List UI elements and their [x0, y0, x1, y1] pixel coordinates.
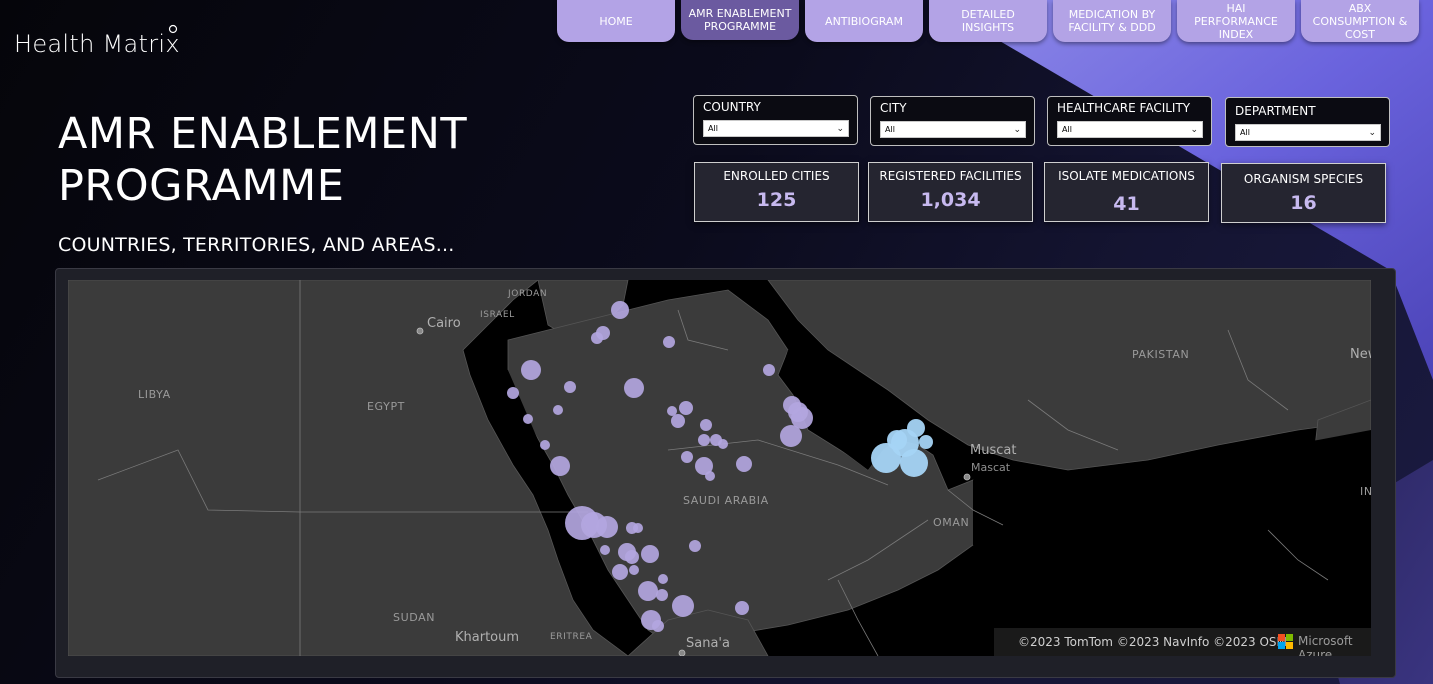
healthcare-facility-filter-label: HEALTHCARE FACILITY	[1057, 101, 1191, 115]
healthcare-facility-selected-value: All	[1062, 125, 1072, 134]
city-filter: CITY All ⌄	[870, 96, 1035, 146]
city-dropdown[interactable]: All ⌄	[880, 121, 1026, 138]
map-label-new: New	[1350, 347, 1371, 362]
department-filter: DEPARTMENT All ⌄	[1225, 97, 1390, 147]
map-label-india-edge: IN	[1360, 485, 1371, 498]
facility-map[interactable]: JORDAN ISRAEL Cairo LIBYA EGYPT SAUDI AR…	[68, 280, 1371, 656]
map-label-sanaa: Sana'a	[686, 636, 730, 651]
microsoft-logo-icon	[1278, 634, 1293, 649]
chevron-down-icon: ⌄	[1190, 124, 1198, 135]
map-attribution-text: ©2023 TomTom ©2023 NavInfo ©2023 OSM	[1018, 635, 1287, 649]
kpi-value: 41	[1113, 193, 1140, 215]
page-title: AMR ENABLEMENT PROGRAMME	[58, 109, 468, 211]
logo-dot-icon	[168, 24, 178, 34]
city-filter-label: CITY	[880, 101, 907, 115]
logo-text: Health Matrix	[14, 30, 180, 58]
map-label-libya: LIBYA	[138, 388, 171, 401]
chevron-down-icon: ⌄	[1368, 127, 1376, 138]
kpi-label: ENROLLED CITIES	[723, 169, 830, 183]
kpi-label: ISOLATE MEDICATIONS	[1058, 169, 1195, 183]
tab-home[interactable]: HOME	[557, 0, 675, 42]
kpi-value: 16	[1290, 192, 1317, 214]
map-label-saudi-arabia: SAUDI ARABIA	[683, 494, 769, 507]
top-navigation: HOME AMR ENABLEMENT PROGRAMME ANTIBIOGRA…	[557, 0, 1419, 42]
tab-detailed-insights[interactable]: DETAILED INSIGHTS	[929, 0, 1047, 42]
map-provider-text: Microsoft Azure	[1298, 634, 1353, 656]
city-selected-value: All	[885, 125, 895, 134]
kpi-value: 1,034	[920, 189, 981, 211]
map-label-egypt: EGYPT	[367, 400, 405, 413]
department-selected-value: All	[1240, 128, 1250, 137]
map-attribution-bar: ©2023 TomTom ©2023 NavInfo ©2023 OSM Mic…	[994, 628, 1371, 656]
kpi-label: REGISTERED FACILITIES	[879, 169, 1022, 183]
map-label-israel: ISRAEL	[480, 310, 515, 320]
chevron-down-icon: ⌄	[836, 123, 844, 134]
country-filter-label: COUNTRY	[703, 100, 761, 114]
country-selected-value: All	[708, 124, 718, 133]
tab-abx-consumption-cost[interactable]: ABX CONSUMPTION & COST	[1301, 0, 1419, 42]
healthcare-facility-dropdown[interactable]: All ⌄	[1057, 121, 1203, 138]
department-dropdown[interactable]: All ⌄	[1235, 124, 1381, 141]
kpi-isolate-medications: ISOLATE MEDICATIONS 41	[1044, 162, 1209, 222]
kpi-value: 125	[756, 189, 797, 211]
country-dropdown[interactable]: All ⌄	[703, 120, 849, 137]
kpi-label: ORGANISM SPECIES	[1243, 172, 1364, 186]
kpi-organism-species: ORGANISM SPECIES 16	[1221, 163, 1386, 223]
map-label-oman: OMAN	[933, 516, 970, 529]
map-label-sudan: SUDAN	[393, 611, 436, 624]
map-canvas	[68, 280, 1371, 656]
kpi-enrolled-cities: ENROLLED CITIES 125	[694, 162, 859, 222]
tab-medication-by-facility[interactable]: MEDICATION BY FACILITY & DDD	[1053, 0, 1171, 42]
chevron-down-icon: ⌄	[1013, 124, 1021, 135]
tab-antibiogram[interactable]: ANTIBIOGRAM	[805, 0, 923, 42]
tab-amr-enablement-programme[interactable]: AMR ENABLEMENT PROGRAMME	[681, 0, 799, 40]
country-filter: COUNTRY All ⌄	[693, 95, 858, 145]
kpi-registered-facilities: REGISTERED FACILITIES 1,034	[868, 162, 1033, 222]
map-label-eritrea: ERITREA	[550, 632, 593, 642]
tab-hai-performance-index[interactable]: HAI PERFORMANCE INDEX	[1177, 0, 1295, 42]
map-label-muscat: Muscat	[970, 443, 1017, 458]
page-subtitle: COUNTRIES, TERRITORIES, AND AREAS...	[58, 234, 455, 256]
map-label-khartoum: Khartoum	[455, 630, 520, 645]
health-matrix-logo: Health Matrix	[14, 24, 180, 58]
map-label-muscat-local: Mascat	[971, 461, 1011, 474]
map-label-pakistan: PAKISTAN	[1132, 348, 1190, 361]
map-label-jordan: JORDAN	[508, 289, 548, 299]
healthcare-facility-filter: HEALTHCARE FACILITY All ⌄	[1047, 96, 1212, 146]
map-label-cairo: Cairo	[427, 316, 461, 331]
department-filter-label: DEPARTMENT	[1235, 104, 1316, 118]
